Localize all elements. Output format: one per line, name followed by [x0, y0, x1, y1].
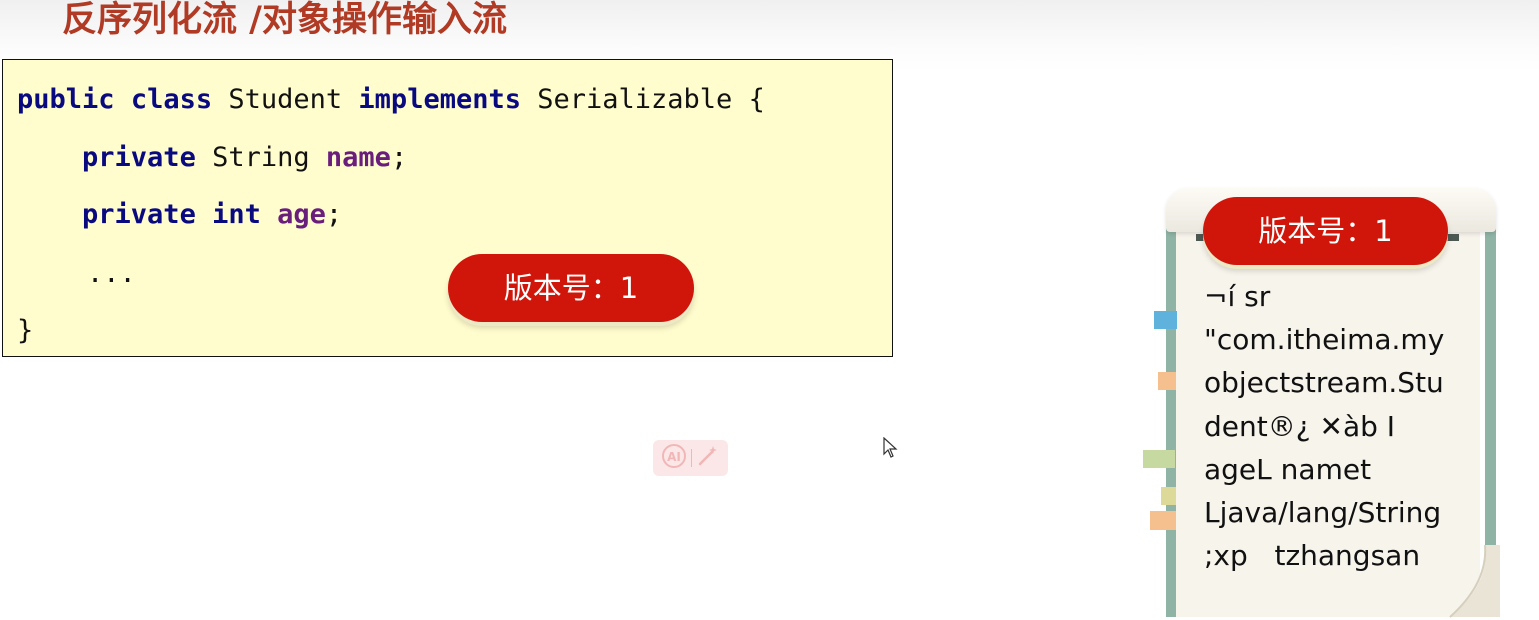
serialized-line: Ljava/lang/String: [1204, 496, 1442, 529]
keyword-class: class: [130, 84, 213, 115]
semicolon: ;: [390, 142, 408, 173]
code-line-close-brace: }: [17, 315, 34, 346]
bookmark-tab-orange: [1158, 372, 1176, 390]
code-line-age-field: private int age;: [17, 195, 342, 235]
keyword-private: private: [82, 142, 196, 173]
scroll-rod-right: [1447, 234, 1459, 241]
code-line-name-field: private String name;: [17, 138, 407, 178]
svg-text:AI: AI: [667, 450, 681, 464]
ai-icon[interactable]: AI: [661, 443, 687, 473]
serialized-line: dent®¿ ✕àb I: [1204, 410, 1396, 443]
bookmark-tab-yellow: [1161, 487, 1176, 505]
code-line-class-declaration: public class Student implements Serializ…: [17, 80, 765, 120]
serialized-line: "com.itheima.my: [1204, 323, 1445, 356]
paper-left-edge: [1166, 222, 1176, 617]
page-title: 反序列化流 /对象操作输入流: [62, 0, 507, 40]
bookmark-tab-orange-2: [1150, 511, 1176, 530]
keyword-public: public: [17, 84, 115, 115]
type-int: int: [212, 199, 261, 230]
code-block: public class Student implements Serializ…: [2, 59, 893, 357]
bookmark-tab-green: [1143, 450, 1175, 468]
magic-wand-icon[interactable]: [696, 444, 720, 472]
semicolon: ;: [325, 199, 343, 230]
mouse-pointer-icon: [883, 436, 899, 463]
serialized-line: ;xp tzhangsan: [1204, 539, 1421, 572]
serialized-line: ¬í sr: [1204, 280, 1271, 313]
interface-name: Serializable: [537, 84, 733, 115]
serialized-line: ageL namet: [1204, 453, 1372, 486]
open-brace: {: [748, 84, 765, 115]
bookmark-tab-blue: [1154, 311, 1177, 329]
keyword-private: private: [82, 199, 196, 230]
keyword-implements: implements: [358, 84, 521, 115]
version-badge-class: 版本号：1: [448, 254, 694, 322]
type-string: String: [212, 142, 310, 173]
ai-floating-toolbar[interactable]: AI: [653, 440, 728, 476]
serialized-line: objectstream.Stu: [1204, 366, 1444, 399]
field-age: age: [277, 199, 326, 230]
class-name: Student: [228, 84, 343, 115]
code-line-ellipsis: ...: [87, 258, 136, 289]
page-curl: [1449, 545, 1500, 618]
field-name: name: [325, 142, 391, 173]
toolbar-divider: [691, 449, 692, 467]
version-badge-serialized: 版本号：1: [1203, 197, 1448, 265]
